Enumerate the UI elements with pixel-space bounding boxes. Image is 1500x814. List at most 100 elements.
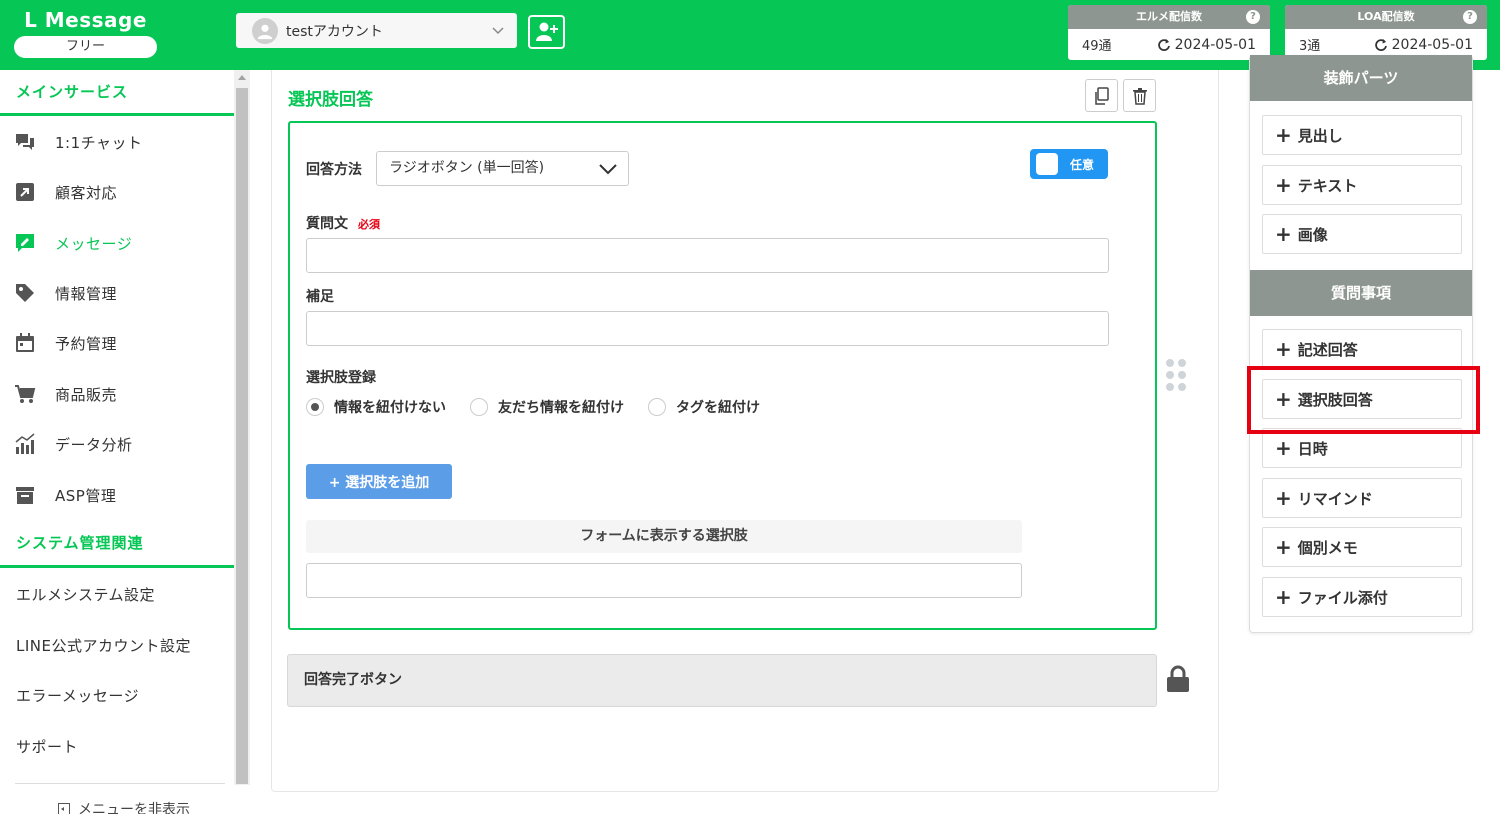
add-user-icon bbox=[535, 22, 558, 41]
account-name: testアカウント bbox=[286, 23, 383, 40]
copy-block-button[interactable] bbox=[1085, 79, 1118, 112]
sidebar-item-info[interactable]: 情報管理 bbox=[0, 268, 234, 318]
add-text-button[interactable]: + テキスト bbox=[1262, 165, 1462, 205]
cart-icon bbox=[14, 383, 36, 405]
avatar-icon bbox=[252, 17, 278, 44]
plus-icon: + bbox=[1275, 486, 1292, 510]
add-reminder-button[interactable]: + リマインド bbox=[1262, 478, 1462, 518]
choice-question-block bbox=[288, 121, 1157, 630]
radio-label: 友だち情報を紐付け bbox=[498, 400, 624, 416]
sidebar-item-system-settings[interactable]: エルメシステム設定 bbox=[16, 584, 155, 605]
hide-menu-label: メニューを非表示 bbox=[78, 802, 190, 814]
refresh-icon[interactable] bbox=[1374, 38, 1388, 52]
add-datetime-button[interactable]: + 日時 bbox=[1262, 428, 1462, 468]
calendar-icon bbox=[14, 332, 36, 354]
toggle-knob bbox=[1036, 153, 1058, 175]
question-items-header: 質問事項 bbox=[1250, 270, 1472, 316]
chevron-down-icon bbox=[599, 164, 617, 175]
quota-title: LOA配信数 bbox=[1357, 10, 1415, 23]
add-account-button[interactable] bbox=[528, 15, 565, 49]
section-system: システム管理関連 bbox=[16, 534, 144, 552]
radio-button[interactable] bbox=[306, 398, 324, 416]
add-memo-button[interactable]: + 個別メモ bbox=[1262, 527, 1462, 567]
add-file-button[interactable]: + ファイル添付 bbox=[1262, 577, 1462, 617]
sidebar-item-label: 商品販売 bbox=[55, 385, 118, 404]
chat-icon bbox=[14, 131, 36, 153]
radio-link-tag[interactable]: タグを紐付け bbox=[648, 397, 760, 417]
help-icon[interactable]: ? bbox=[1463, 10, 1477, 24]
quota-date: 2024-05-01 bbox=[1174, 36, 1256, 53]
plus-icon: + bbox=[1275, 585, 1292, 609]
question-input[interactable] bbox=[306, 238, 1109, 273]
question-label: 質問文 必須 bbox=[306, 213, 380, 233]
sidebar-item-reservation[interactable]: 予約管理 bbox=[0, 318, 234, 368]
question-label-text: 質問文 bbox=[306, 216, 348, 232]
sidebar-item-line-settings[interactable]: LINE公式アカウント設定 bbox=[16, 635, 191, 656]
sidebar-item-error-message[interactable]: エラーメッセージ bbox=[16, 685, 139, 706]
plus-icon: + bbox=[1275, 436, 1292, 460]
choices-header: フォームに表示する選択肢 bbox=[306, 520, 1022, 553]
account-selector[interactable]: testアカウント bbox=[236, 13, 517, 48]
sidebar-item-label: 情報管理 bbox=[55, 284, 118, 303]
sidebar-item-asp[interactable]: ASP管理 bbox=[0, 470, 234, 520]
add-choice-button[interactable]: + 選択肢を追加 bbox=[306, 464, 452, 499]
help-icon[interactable]: ? bbox=[1246, 10, 1260, 24]
chart-icon bbox=[14, 433, 36, 455]
drag-handle-icon[interactable] bbox=[1166, 359, 1188, 393]
optional-toggle[interactable]: 任意 bbox=[1030, 149, 1108, 179]
toggle-label: 任意 bbox=[1070, 158, 1095, 172]
part-label: 日時 bbox=[1297, 439, 1328, 458]
delete-block-button[interactable] bbox=[1123, 79, 1156, 112]
sidebar-item-label: 顧客対応 bbox=[55, 183, 118, 202]
radio-label: タグを紐付け bbox=[676, 400, 760, 416]
answer-method-label: 回答方法 bbox=[306, 162, 362, 178]
scroll-up-icon[interactable] bbox=[238, 75, 246, 80]
sidebar-item-customer[interactable]: 顧客対応 bbox=[0, 167, 234, 217]
supplement-label: 補足 bbox=[306, 289, 334, 305]
plus-icon: + bbox=[1275, 222, 1292, 246]
radio-no-link[interactable]: 情報を紐付けない bbox=[306, 397, 446, 417]
sidebar-item-analytics[interactable]: データ分析 bbox=[0, 419, 234, 469]
collapse-icon bbox=[58, 803, 70, 814]
choice-input[interactable] bbox=[306, 563, 1022, 598]
hide-menu-button[interactable]: メニューを非表示 bbox=[58, 799, 190, 814]
radio-button[interactable] bbox=[470, 398, 488, 416]
sidebar-item-support[interactable]: サポート bbox=[16, 736, 78, 757]
radio-link-friend-info[interactable]: 友だち情報を紐付け bbox=[470, 397, 624, 417]
part-label: 見出し bbox=[1297, 126, 1343, 145]
section-divider bbox=[0, 113, 234, 116]
divider bbox=[15, 783, 225, 784]
part-label: ファイル添付 bbox=[1297, 588, 1388, 607]
sidebar-item-label: 予約管理 bbox=[55, 334, 118, 353]
loa-quota: LOA配信数? 3通 2024-05-01 bbox=[1285, 5, 1487, 60]
complete-button-block[interactable]: 回答完了ボタン bbox=[287, 654, 1157, 707]
logo-title: L Message bbox=[24, 8, 147, 32]
sidebar-item-message[interactable]: メッセージ bbox=[0, 218, 234, 268]
quota-date: 2024-05-01 bbox=[1391, 36, 1473, 53]
block-title: 選択肢回答 bbox=[288, 90, 373, 110]
sidebar-scrollbar[interactable] bbox=[234, 70, 250, 785]
sidebar-item-label: ASP管理 bbox=[55, 486, 117, 505]
answer-method-value: ラジオボタン (単一回答) bbox=[389, 160, 545, 176]
plus-icon: + bbox=[1275, 535, 1292, 559]
sidebar: メインサービス 1:1チャット 顧客対応 メッセージ 情報管理 予約管理 商品販… bbox=[0, 70, 250, 814]
scrollbar-thumb[interactable] bbox=[236, 88, 248, 784]
lock-icon bbox=[1167, 665, 1189, 692]
answer-method-select[interactable]: ラジオボタン (単一回答) bbox=[376, 151, 629, 186]
tag-icon bbox=[14, 282, 36, 304]
refresh-icon[interactable] bbox=[1157, 38, 1171, 52]
choice-link-radio-group: 情報を紐付けない 友だち情報を紐付け タグを紐付け bbox=[306, 397, 784, 417]
plus-icon: + bbox=[1275, 123, 1292, 147]
add-free-text-answer-button[interactable]: + 記述回答 bbox=[1262, 329, 1462, 369]
highlight-box bbox=[1247, 366, 1480, 434]
sidebar-item-chat[interactable]: 1:1チャット bbox=[0, 117, 234, 167]
sidebar-item-sales[interactable]: 商品販売 bbox=[0, 369, 234, 419]
sidebar-item-label: データ分析 bbox=[55, 435, 133, 454]
radio-label: 情報を紐付けない bbox=[334, 400, 446, 416]
part-label: 個別メモ bbox=[1297, 538, 1358, 557]
add-heading-button[interactable]: + 見出し bbox=[1262, 115, 1462, 155]
radio-button[interactable] bbox=[648, 398, 666, 416]
logo[interactable]: L Message フリー bbox=[14, 8, 157, 58]
supplement-input[interactable] bbox=[306, 311, 1109, 346]
add-image-button[interactable]: + 画像 bbox=[1262, 214, 1462, 254]
